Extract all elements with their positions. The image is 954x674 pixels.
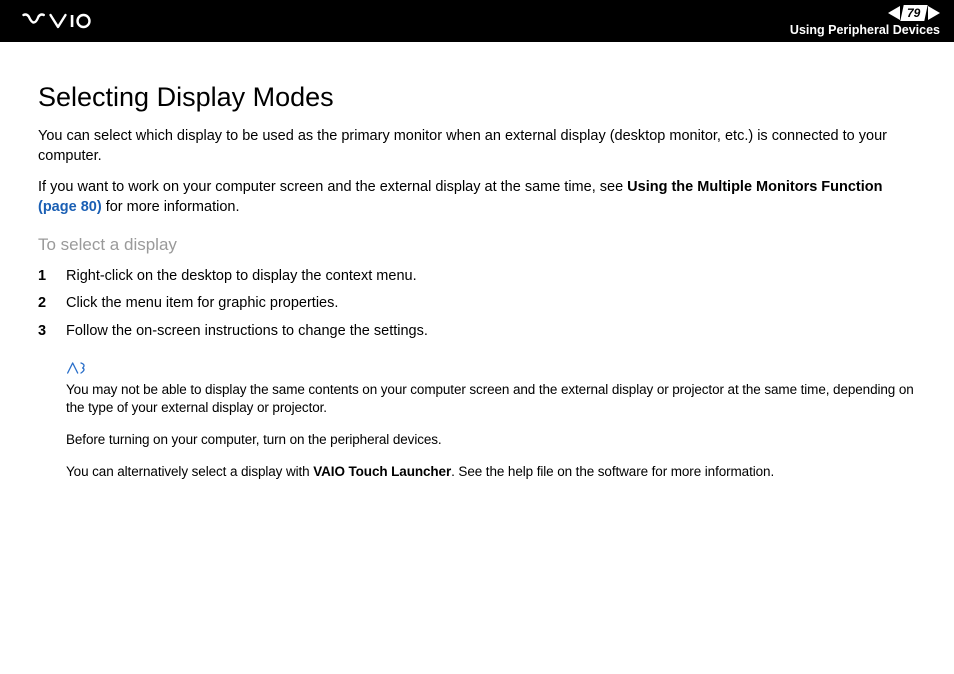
- step-text: Right-click on the desktop to display th…: [66, 265, 417, 288]
- list-item: 1 Right-click on the desktop to display …: [38, 265, 916, 288]
- note-icon: [66, 361, 916, 379]
- step-text: Follow the on-screen instructions to cha…: [66, 320, 428, 343]
- intro-paragraph-1: You can select which display to be used …: [38, 127, 916, 166]
- procedure-heading: To select a display: [38, 235, 916, 255]
- note-text: You can alternatively select a display w…: [66, 463, 916, 481]
- step-number: 2: [38, 292, 66, 315]
- step-text: Click the menu item for graphic properti…: [66, 292, 338, 315]
- step-number: 3: [38, 320, 66, 343]
- section-label: Using Peripheral Devices: [790, 23, 940, 37]
- cross-ref-title: Using the Multiple Monitors Function: [627, 179, 882, 195]
- step-list: 1 Right-click on the desktop to display …: [38, 265, 916, 343]
- note-text: Before turning on your computer, turn on…: [66, 431, 916, 449]
- software-name: VAIO Touch Launcher: [313, 464, 451, 479]
- intro-paragraph-2: If you want to work on your computer scr…: [38, 178, 916, 217]
- note-text: You may not be able to display the same …: [66, 381, 916, 417]
- page-link[interactable]: (page 80): [38, 199, 102, 215]
- page-title: Selecting Display Modes: [38, 82, 916, 113]
- pager: 79: [888, 5, 940, 21]
- vaio-logo: [22, 12, 112, 30]
- prev-page-icon[interactable]: [888, 6, 900, 20]
- list-item: 2 Click the menu item for graphic proper…: [38, 292, 916, 315]
- page-content: Selecting Display Modes You can select w…: [0, 42, 954, 482]
- next-page-icon[interactable]: [928, 6, 940, 20]
- header-bar: 79 Using Peripheral Devices: [0, 0, 954, 42]
- list-item: 3 Follow the on-screen instructions to c…: [38, 320, 916, 343]
- step-number: 1: [38, 265, 66, 288]
- page-number: 79: [900, 5, 928, 21]
